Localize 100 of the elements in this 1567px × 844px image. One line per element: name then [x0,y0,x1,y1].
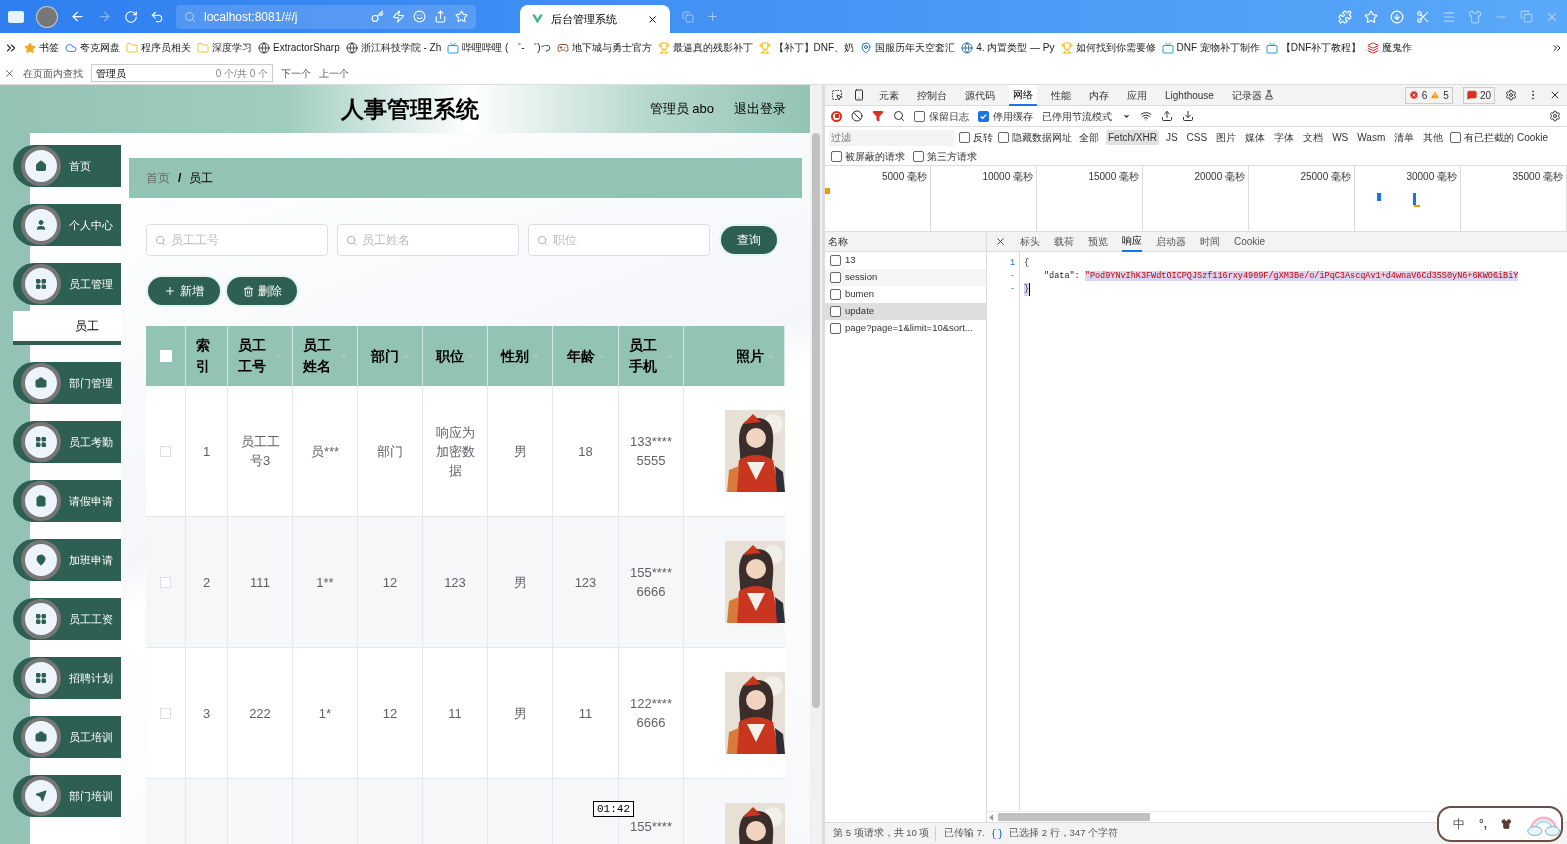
bookmark-item[interactable]: ExtractorSharp [258,40,340,55]
search-button[interactable]: 查询 [721,226,777,254]
inspect-icon[interactable] [831,89,843,101]
bookmark-item[interactable]: 程序员相关 [126,40,191,55]
detail-tab[interactable]: 时间 [1200,231,1220,252]
find-field[interactable]: 管理员 0 个/共 0 个 [91,64,273,82]
checkbox[interactable] [830,272,841,283]
delete-button[interactable]: 删除 [227,277,297,305]
checkbox[interactable] [959,132,970,143]
record-icon[interactable] [831,110,842,122]
bookmark-star-icon[interactable] [455,10,468,23]
request-row[interactable]: session [825,269,986,286]
issue-counter[interactable]: 6 5 [1404,86,1453,104]
add-button[interactable]: 新增 [148,277,220,305]
filter-icon[interactable] [872,110,884,122]
detail-tab[interactable]: 预览 [1088,231,1108,252]
type-filter-button[interactable]: 图片 [1214,130,1239,145]
bookmark-item[interactable]: 【DNF补丁教程】 [1265,40,1362,55]
bookmark-item[interactable]: 魔鬼作 [1367,40,1413,55]
bookmark-item[interactable]: 国服历年天空套汇 [860,40,956,55]
browser-menu-icon[interactable] [8,10,24,23]
checkbox[interactable] [830,323,841,334]
bookmark-item[interactable]: 如何找到你需要修 [1060,40,1156,55]
sidebar-item[interactable]: 部门培训 [13,775,121,817]
sidebar-item[interactable]: 首页 [13,145,121,187]
punctuation-toggle[interactable]: °, [1479,815,1488,833]
search-icon[interactable] [893,110,905,122]
row-checkbox[interactable] [160,707,171,719]
browser-tab[interactable]: 后台管理系统 [520,5,670,33]
checkbox[interactable] [830,306,841,317]
checkbox[interactable] [978,110,989,122]
sidebar-item[interactable]: 个人中心 [13,204,121,246]
device-icon[interactable] [853,89,865,101]
throttling-select[interactable]: 已停用节流模式 [1042,108,1131,124]
back-icon[interactable] [70,9,85,24]
bookmark-item[interactable]: DNF 宠物补丁制作 [1161,40,1260,55]
search-field[interactable]: 员工姓名 [337,224,519,256]
sidebar-item[interactable]: 员工管理 [13,263,121,305]
braces-icon[interactable] [991,827,1003,840]
search-field[interactable]: 职位 [528,224,710,256]
previous-link[interactable]: 上一个 [319,65,349,81]
type-filter-button[interactable]: Fetch/XHR [1106,130,1159,145]
bookmark-item[interactable]: 最逼真的残影补丁 [657,40,753,55]
select-all-checkbox[interactable] [159,350,172,362]
type-filter-button[interactable]: 清单 [1392,130,1417,145]
logout-link[interactable]: 退出登录 [734,99,786,119]
bookmark-item[interactable]: 哔哩哔哩 ( ゜- ゜)つ [447,40,551,55]
table-row[interactable]: 2 111 1** 12 123 男 123 155****6666 [146,517,785,648]
devtools-tab[interactable]: 应用 [1123,84,1151,106]
share-icon[interactable] [434,10,447,23]
shirt-icon[interactable] [1501,818,1512,830]
sidebar-item[interactable]: 请假申请 [13,480,121,522]
close-icon[interactable] [995,236,1006,247]
sidebar-item[interactable]: 部门管理 [13,362,121,404]
reload-icon[interactable] [124,9,138,24]
type-filter-button[interactable]: Wasm [1355,130,1388,145]
checkbox[interactable] [830,255,841,266]
detail-tab[interactable]: 启动器 [1156,231,1186,252]
table-row[interactable]: 3 222 1* 12 11 男 11 122****6666 [146,648,785,779]
input-mode-toggle[interactable]: 中 [1453,815,1465,833]
devtools-tab[interactable]: 网络 [1009,84,1037,106]
favorites-icon[interactable] [1364,9,1378,24]
detail-tab[interactable]: 载荷 [1054,231,1074,252]
devtools-tab[interactable]: 性能 [1047,84,1075,106]
sidebar-item[interactable]: 招聘计划 [13,657,121,699]
wifi-icon[interactable] [1140,110,1152,122]
avatar-icon[interactable] [36,5,58,28]
search-field[interactable]: 员工工号 [146,224,328,256]
settings-icon[interactable] [1505,89,1517,101]
type-filter-button[interactable]: 字体 [1272,130,1297,145]
smile-icon[interactable] [413,10,426,23]
download-icon[interactable] [1182,110,1194,122]
checkbox[interactable] [914,110,925,122]
sidebar-item[interactable]: 员工工资 [13,598,121,640]
message-counter[interactable]: 20 [1462,86,1495,104]
devtools-tab[interactable]: 源代码 [961,84,999,106]
detail-tab[interactable]: 标头 [1020,231,1040,252]
clear-icon[interactable] [851,110,863,122]
name-column-header[interactable]: 名称 [825,232,986,252]
request-row[interactable]: update [825,303,986,320]
scrollbar[interactable] [810,85,822,844]
devtools-tab[interactable]: Lighthouse [1161,84,1218,106]
lightning-icon[interactable] [392,10,405,23]
checkbox[interactable] [998,132,1009,143]
close-icon[interactable] [1549,89,1561,101]
bookmark-item[interactable]: 深度学习 [197,40,252,55]
settings-icon[interactable] [1549,110,1561,122]
filter-field[interactable]: 过滤 [829,129,954,146]
row-checkbox[interactable] [160,445,171,457]
next-link[interactable]: 下一个 [281,65,311,81]
devtools-tab[interactable]: 控制台 [913,84,951,106]
type-filter-button[interactable]: CSS [1184,130,1210,145]
submenu-item[interactable]: 员工 [13,311,121,345]
type-filter-button[interactable]: WS [1330,130,1351,145]
checkbox[interactable] [1450,132,1462,143]
sidebar-item[interactable]: 员工考勤 [13,421,121,463]
key-icon[interactable] [371,10,384,23]
bookmark-item[interactable]: 浙江科技学院 - Zh [345,40,442,55]
devtools-tab[interactable]: 记录器 [1227,84,1278,106]
checkbox[interactable] [831,151,842,162]
